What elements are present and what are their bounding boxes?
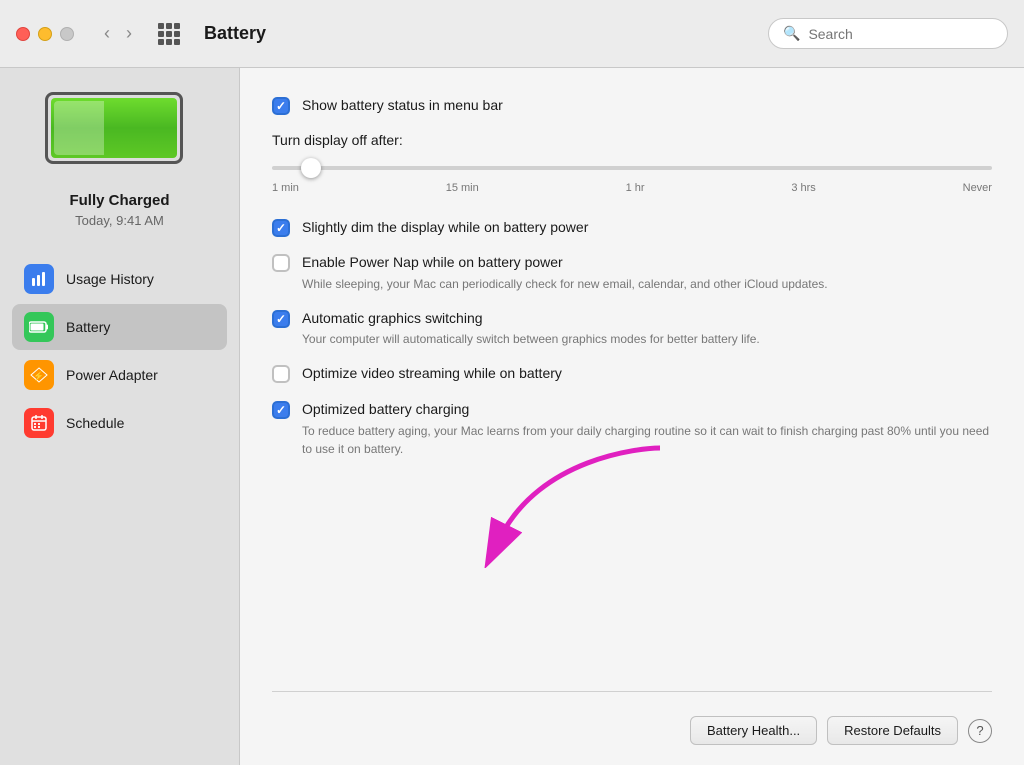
auto-graphics-checkbox[interactable] (272, 310, 290, 328)
power-adapter-icon: ⚡ (24, 360, 54, 390)
sidebar-item-power-adapter[interactable]: ⚡ Power Adapter (12, 352, 227, 398)
optimize-video-row: Optimize video streaming while on batter… (272, 364, 992, 384)
slider-thumb[interactable] (301, 158, 321, 178)
slider-label-15min: 15 min (446, 182, 479, 194)
schedule-icon (24, 408, 54, 438)
power-nap-label: Enable Power Nap while on battery power (302, 253, 828, 273)
usage-history-icon (24, 264, 54, 294)
battery-nav-icon (24, 312, 54, 342)
battery-body (45, 92, 183, 164)
show-battery-status-row: Show battery status in menu bar (272, 96, 992, 116)
grid-dot (174, 31, 180, 37)
grid-dot (166, 39, 172, 45)
battery-highlight (54, 101, 104, 155)
slightly-dim-label: Slightly dim the display while on batter… (302, 218, 588, 238)
slider-label-never: Never (963, 182, 992, 194)
grid-dot (158, 23, 164, 29)
power-nap-checkbox[interactable] (272, 254, 290, 272)
titlebar: ‹ › Battery 🔍 (0, 0, 1024, 68)
page-title: Battery (204, 23, 752, 44)
grid-dot (174, 23, 180, 29)
sidebar-item-label: Battery (66, 319, 110, 335)
slider-label-3hrs: 3 hrs (791, 182, 815, 194)
optimized-charging-row: Optimized battery charging To reduce bat… (272, 400, 992, 458)
main-content: Fully Charged Today, 9:41 AM Usage Histo… (0, 68, 1024, 765)
battery-time: Today, 9:41 AM (75, 213, 164, 228)
help-button[interactable]: ? (968, 719, 992, 743)
search-bar[interactable]: 🔍 (768, 18, 1008, 49)
turn-display-off-section: Turn display off after: 1 min 15 min 1 h… (272, 132, 992, 194)
slider-labels: 1 min 15 min 1 hr 3 hrs Never (272, 182, 992, 194)
nav-buttons: ‹ › (98, 21, 138, 46)
minimize-button[interactable] (38, 27, 52, 41)
sidebar-item-usage-history[interactable]: Usage History (12, 256, 227, 302)
show-battery-status-checkbox[interactable] (272, 97, 290, 115)
power-nap-row: Enable Power Nap while on battery power … (272, 253, 992, 293)
battery-health-button[interactable]: Battery Health... (690, 716, 817, 745)
sidebar-item-label: Usage History (66, 271, 154, 287)
restore-defaults-button[interactable]: Restore Defaults (827, 716, 958, 745)
slightly-dim-row: Slightly dim the display while on batter… (272, 218, 992, 238)
grid-dot (166, 31, 172, 37)
sidebar-nav: Usage History Battery ⚡ (0, 256, 239, 446)
auto-graphics-row: Automatic graphics switching Your comput… (272, 309, 992, 349)
battery-fill (51, 98, 177, 158)
auto-graphics-description: Your computer will automatically switch … (302, 330, 760, 348)
auto-graphics-label: Automatic graphics switching (302, 309, 760, 329)
back-button[interactable]: ‹ (98, 21, 116, 46)
grid-dot (174, 39, 180, 45)
grid-dot (166, 23, 172, 29)
fullscreen-button[interactable] (60, 27, 74, 41)
show-battery-status-label: Show battery status in menu bar (302, 96, 503, 116)
slider-label-1min: 1 min (272, 182, 299, 194)
battery-icon-container (45, 92, 195, 172)
sidebar-item-battery[interactable]: Battery (12, 304, 227, 350)
grid-dot (158, 39, 164, 45)
forward-button[interactable]: › (120, 21, 138, 46)
optimize-video-label: Optimize video streaming while on batter… (302, 364, 562, 384)
power-nap-description: While sleeping, your Mac can periodicall… (302, 275, 828, 293)
sidebar-item-label: Power Adapter (66, 367, 158, 383)
sidebar: Fully Charged Today, 9:41 AM Usage Histo… (0, 68, 240, 765)
close-button[interactable] (16, 27, 30, 41)
optimize-video-checkbox[interactable] (272, 365, 290, 383)
search-input[interactable] (808, 26, 993, 42)
bottom-bar: Battery Health... Restore Defaults ? (272, 691, 992, 745)
sidebar-item-label: Schedule (66, 415, 124, 431)
battery-status: Fully Charged (69, 192, 169, 209)
slider-container[interactable] (272, 158, 992, 178)
traffic-lights (16, 27, 74, 41)
slider-track (272, 166, 992, 170)
optimized-charging-checkbox[interactable] (272, 401, 290, 419)
turn-display-off-label: Turn display off after: (272, 132, 992, 148)
search-icon: 🔍 (783, 25, 800, 42)
sidebar-item-schedule[interactable]: Schedule (12, 400, 227, 446)
content-panel: Show battery status in menu bar Turn dis… (240, 68, 1024, 765)
slightly-dim-checkbox[interactable] (272, 219, 290, 237)
grid-dot (158, 31, 164, 37)
app-grid-icon[interactable] (158, 23, 180, 45)
slider-label-1hr: 1 hr (626, 182, 645, 194)
svg-text:⚡: ⚡ (33, 370, 44, 382)
optimized-charging-description: To reduce battery aging, your Mac learns… (302, 422, 992, 458)
optimized-charging-label: Optimized battery charging (302, 400, 992, 420)
